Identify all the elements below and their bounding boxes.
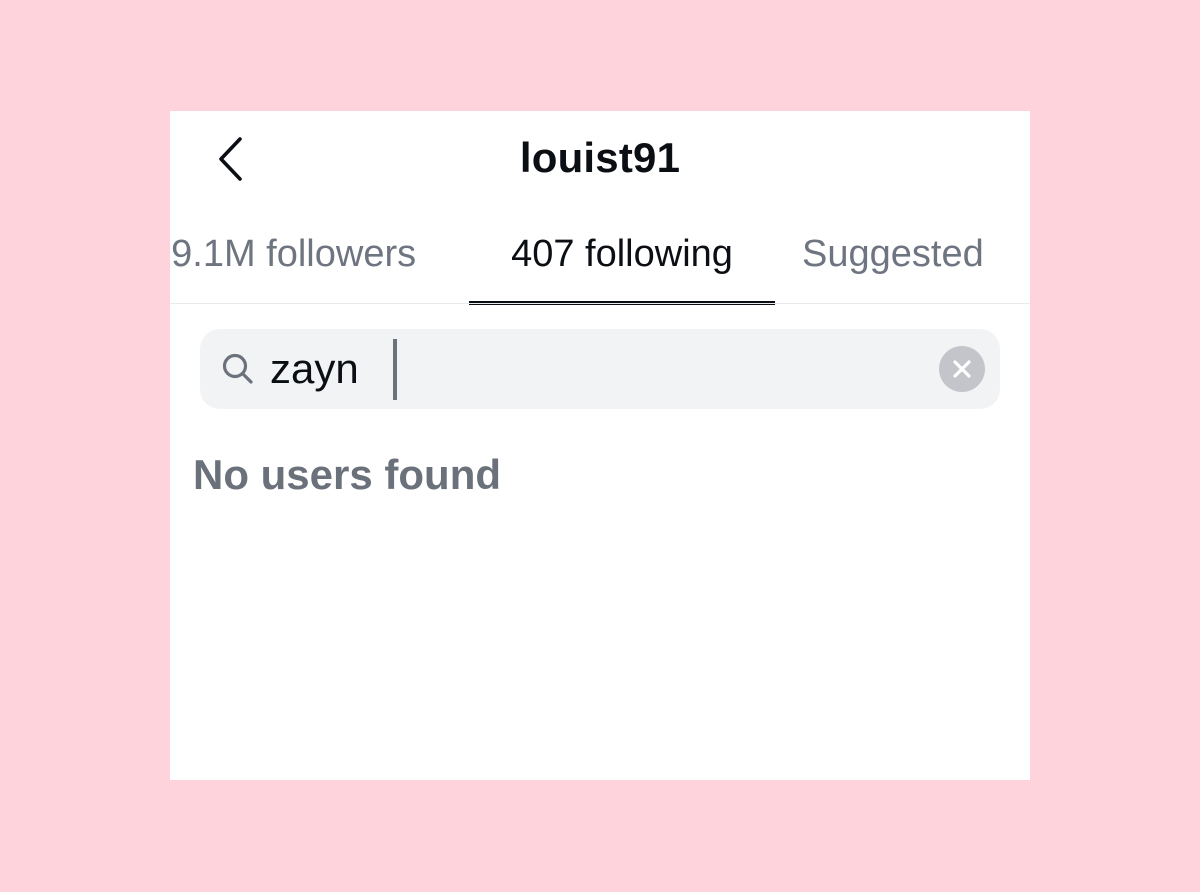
tab-followers-label: 19.1M followers [170,233,417,275]
tab-suggested[interactable]: Suggested [790,223,1010,302]
tab-following-label: 407 following [511,233,733,275]
empty-state-message: No users found [193,451,502,498]
search-input[interactable] [270,339,910,399]
clear-search-button[interactable] [939,346,985,392]
clear-icon [953,360,971,378]
header: louist91 [170,111,1030,211]
tab-bar: 19.1M followers 407 following Suggested [170,223,1030,305]
page-title: louist91 [519,134,681,181]
search-bar [200,329,1000,409]
tabs-divider [170,303,1030,304]
text-cursor [393,339,397,400]
tab-suggested-label: Suggested [802,233,984,275]
tab-following[interactable]: 407 following [469,223,775,302]
following-list-panel: louist91 19.1M followers 407 following S… [170,111,1030,780]
search-icon [222,353,253,384]
tab-followers[interactable]: 19.1M followers [170,223,450,302]
